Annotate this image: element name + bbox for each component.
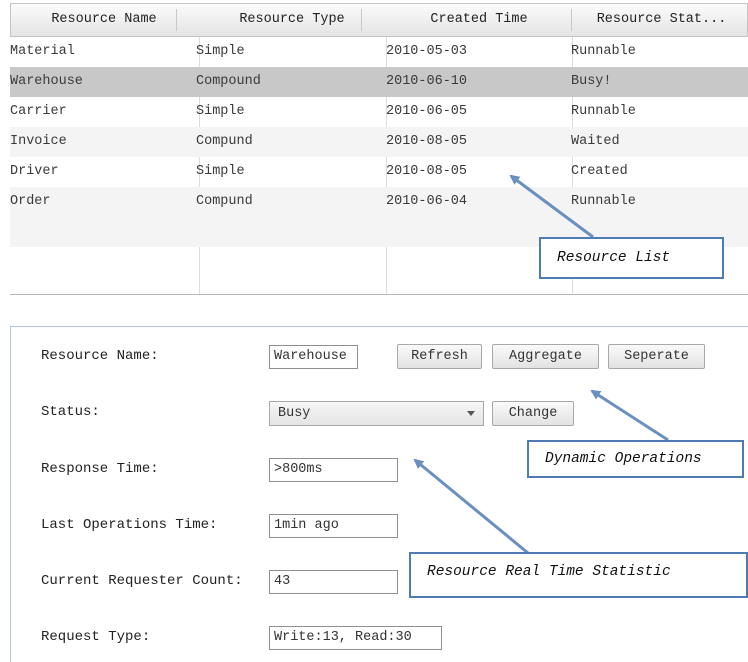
arrow-to-table: [509, 174, 594, 239]
arrow-to-fields: [413, 458, 529, 555]
callout-real-time-statistic: Resource Real Time Statistic: [409, 552, 748, 598]
arrow-to-buttons: [590, 389, 669, 442]
callout-resource-list: Resource List: [539, 237, 724, 279]
callout-dynamic-operations: Dynamic Operations: [527, 440, 744, 478]
